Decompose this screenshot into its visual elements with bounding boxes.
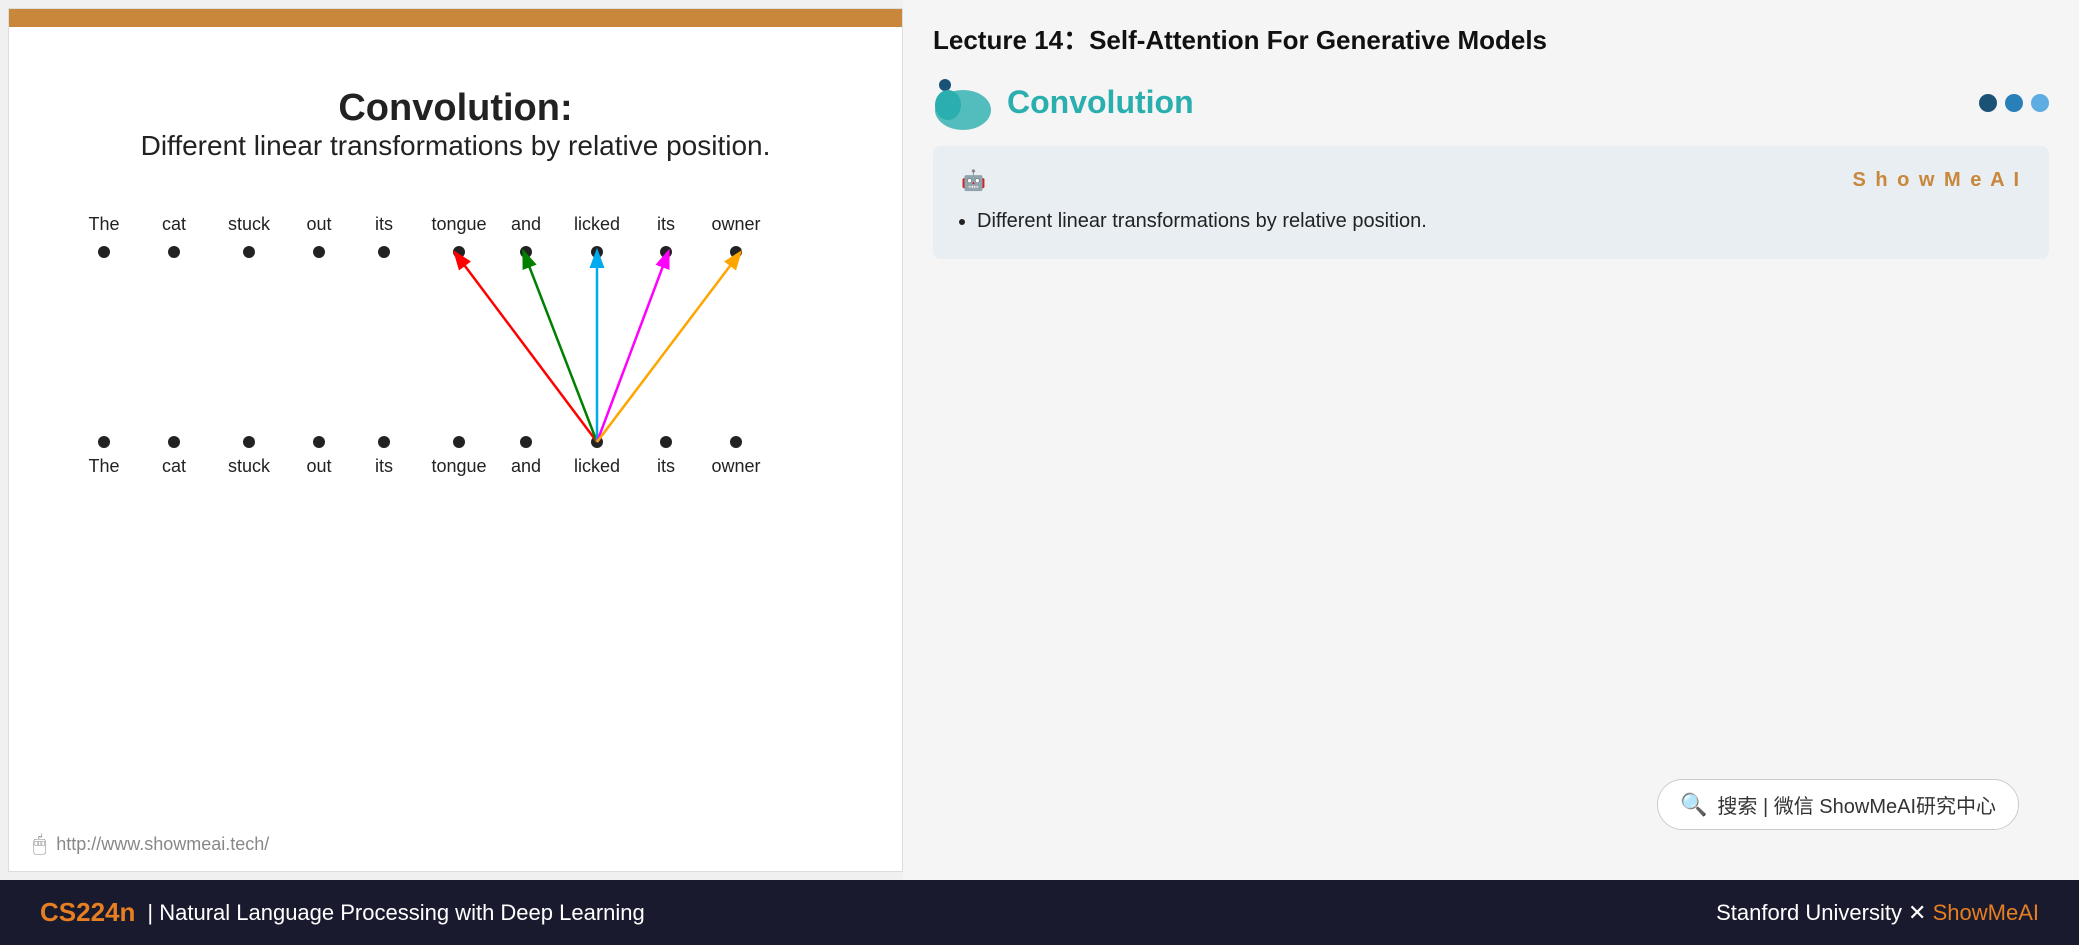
slide-title: Convolution:	[338, 87, 572, 130]
nav-dot-3[interactable]	[2031, 94, 2049, 112]
search-label: 搜索 | 微信 ShowMeAI研究中心	[1717, 790, 1996, 819]
search-icon: 🔍	[1680, 792, 1707, 818]
slide-top-bar	[9, 9, 902, 27]
svg-text:tongue: tongue	[431, 214, 486, 234]
svg-text:stuck: stuck	[227, 214, 270, 234]
footer-url: http://www.showmeai.tech/	[56, 834, 269, 855]
bottom-bar: CS224n | Natural Language Processing wit…	[0, 880, 2079, 945]
svg-text:stuck: stuck	[227, 456, 270, 476]
svg-text:tongue: tongue	[431, 456, 486, 476]
svg-text:its: its	[375, 214, 393, 234]
svg-text:its: its	[657, 214, 675, 234]
slide-subtitle: Different linear transformations by rela…	[141, 130, 771, 162]
nav-dot-2[interactable]	[2005, 94, 2023, 112]
cursor-icon: 🖱	[33, 831, 46, 857]
svg-text:cat: cat	[161, 456, 185, 476]
svg-text:and: and	[510, 214, 540, 234]
nav-dot-1[interactable]	[1979, 94, 1997, 112]
lecture-title: Lecture 14：Self-Attention For Generative…	[933, 20, 2049, 57]
section-header: Convolution	[933, 75, 2049, 130]
right-panel: Lecture 14：Self-Attention For Generative…	[903, 0, 2079, 880]
course-label: CS224n	[40, 897, 135, 928]
convolution-diagram: The cat stuck out its tongue and licked …	[66, 202, 846, 542]
showmeai-brand: S h o w M e A I	[1852, 169, 2021, 192]
svg-text:and: and	[510, 456, 540, 476]
svg-text:The: The	[88, 456, 119, 476]
notes-bullet-1: Different linear transformations by rela…	[977, 205, 2021, 237]
search-bar[interactable]: 🔍 搜索 | 微信 ShowMeAI研究中心	[1657, 779, 2019, 830]
svg-text:its: its	[375, 456, 393, 476]
svg-text:its: its	[657, 456, 675, 476]
notes-content: Different linear transformations by rela…	[961, 205, 2021, 237]
svg-text:owner: owner	[711, 214, 760, 234]
svg-text:out: out	[306, 214, 331, 234]
bottom-left: CS224n | Natural Language Processing wit…	[40, 897, 645, 928]
ai-icon: 🤖	[961, 168, 986, 193]
svg-text:The: The	[88, 214, 119, 234]
diagram-area: The cat stuck out its tongue and licked …	[49, 192, 862, 851]
svg-text:owner: owner	[711, 456, 760, 476]
university-brand: Stanford University ✕ ShowMeAI	[1716, 900, 2039, 925]
section-icon	[933, 75, 993, 130]
main-content: Convolution: Different linear transforma…	[0, 0, 2079, 880]
svg-text:licked: licked	[573, 214, 619, 234]
nav-dots	[1979, 94, 2049, 112]
course-description: | Natural Language Processing with Deep …	[147, 900, 644, 926]
svg-text:licked: licked	[573, 456, 619, 476]
bottom-right: Stanford University ✕ ShowMeAI	[1716, 900, 2039, 926]
svg-text:out: out	[306, 456, 331, 476]
slide-content: Convolution: Different linear transforma…	[9, 27, 902, 871]
svg-text:cat: cat	[161, 214, 185, 234]
slide-footer: 🖱 http://www.showmeai.tech/	[33, 831, 269, 857]
section-title: Convolution	[1007, 84, 1194, 121]
slide-panel: Convolution: Different linear transforma…	[8, 8, 903, 872]
notes-card: 🤖 S h o w M e A I Different linear trans…	[933, 146, 2049, 259]
notes-header: 🤖 S h o w M e A I	[961, 168, 2021, 193]
